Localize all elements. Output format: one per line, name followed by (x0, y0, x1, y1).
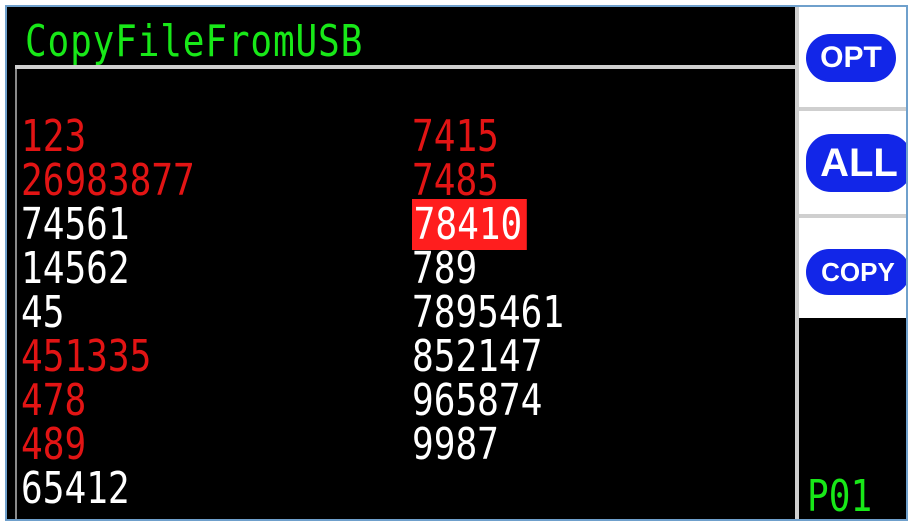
opt-button[interactable]: OPT (799, 7, 906, 107)
title-divider (15, 65, 799, 69)
file-item[interactable]: 26983877 (21, 159, 195, 203)
file-item[interactable]: 74561 (21, 203, 195, 247)
file-item[interactable]: 9987 (412, 423, 564, 467)
file-item[interactable]: 7895461 (412, 291, 564, 335)
file-item[interactable]: 7415 (412, 115, 564, 159)
file-item[interactable]: 14562 (21, 247, 195, 291)
app-screen: CopyFileFromUSB 123 26983877 74561 14562… (5, 5, 908, 521)
file-item-selected[interactable]: 78410 (412, 199, 564, 250)
opt-button-label: OPT (809, 37, 893, 79)
select-all-button[interactable]: ALL (799, 111, 906, 214)
file-list-right: 7415 7485 78410 789 7895461 852147 96587… (412, 115, 597, 467)
file-item[interactable]: 7485 (412, 159, 564, 203)
file-name: 9987 (412, 419, 499, 470)
file-item[interactable]: 965874 (412, 379, 564, 423)
copy-button[interactable]: COPY (799, 218, 906, 318)
file-item[interactable]: 852147 (412, 335, 564, 379)
title-bar: CopyFileFromUSB (15, 15, 799, 67)
file-item[interactable]: 65412 (21, 467, 195, 511)
copy-button-label: COPY (809, 252, 906, 292)
file-item[interactable]: 45 (21, 291, 195, 335)
file-name: 65412 (21, 463, 130, 514)
all-button-label: ALL (809, 137, 906, 189)
page-title: CopyFileFromUSB (25, 16, 364, 67)
file-item[interactable]: 451335 (21, 335, 195, 379)
file-item[interactable]: 489 (21, 423, 195, 467)
file-item[interactable]: 478 (21, 379, 195, 423)
page-indicator: P01 (807, 471, 873, 521)
file-item[interactable]: 789 (412, 247, 564, 291)
file-item[interactable]: 123 (21, 115, 195, 159)
file-list-left: 123 26983877 74561 14562 45 451335 478 4… (21, 115, 233, 511)
left-border (15, 15, 17, 519)
